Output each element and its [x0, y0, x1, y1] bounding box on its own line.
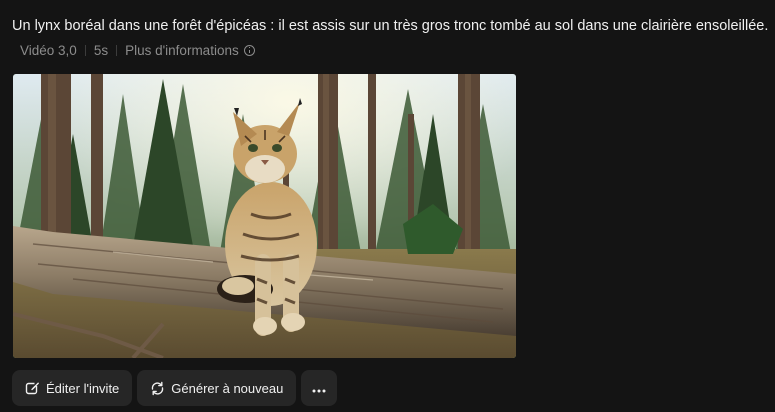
duration-label: 5s [93, 42, 109, 58]
meta-divider [116, 44, 118, 56]
video-thumbnail[interactable] [13, 74, 516, 358]
more-info-link[interactable]: Plus d'informations [125, 43, 255, 58]
model-label: Vidéo 3,0 [20, 42, 77, 58]
action-bar: Éditer l'invite Générer à nouveau [12, 370, 338, 406]
more-info-label: Plus d'informations [125, 42, 239, 58]
video-meta: Vidéo 3,0 5s Plus d'informations [20, 41, 255, 59]
refresh-icon [149, 380, 165, 396]
edit-icon [24, 380, 40, 396]
regenerate-label: Générer à nouveau [171, 380, 284, 396]
regenerate-button[interactable]: Générer à nouveau [137, 370, 297, 406]
more-horizontal-icon [312, 381, 326, 396]
info-icon [243, 44, 255, 56]
meta-divider [84, 44, 86, 56]
edit-prompt-button[interactable]: Éditer l'invite [12, 370, 133, 406]
prompt-text: Un lynx boréal dans une forêt d'épicéas … [12, 18, 769, 34]
more-options-button[interactable] [301, 370, 338, 406]
lynx-forest-image [13, 74, 516, 358]
edit-prompt-label: Éditer l'invite [46, 380, 120, 396]
